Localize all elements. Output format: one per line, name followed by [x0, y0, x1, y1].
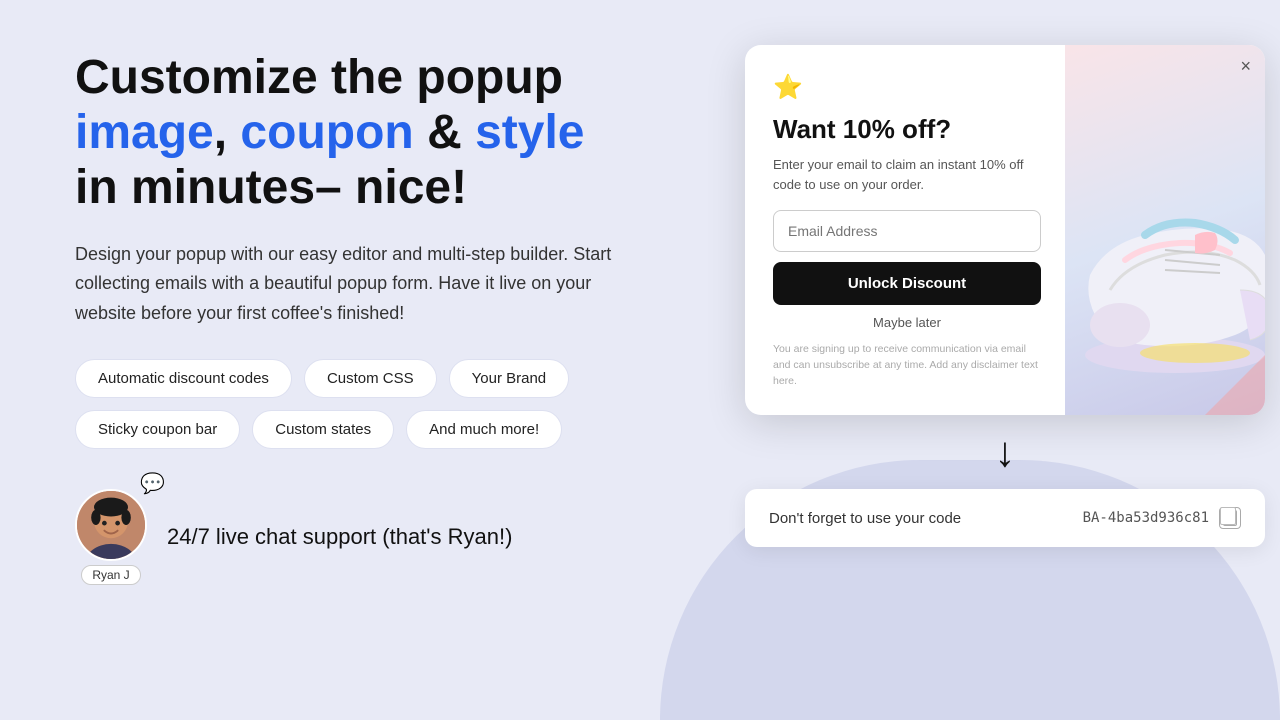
popup-close-button[interactable]: ×: [1240, 57, 1251, 75]
sneaker-illustration: [1065, 115, 1265, 395]
email-input[interactable]: [773, 210, 1041, 252]
tag-item-0: Automatic discount codes: [75, 359, 292, 398]
coupon-code: BA-4ba53d936c81: [1083, 510, 1209, 526]
coupon-right: BA-4ba53d936c81: [1083, 507, 1241, 529]
popup-legal-text: You are signing up to receive communicat…: [773, 342, 1041, 389]
popup-modal: × ⭐ Want 10% off? Enter your email to cl…: [745, 45, 1265, 415]
tag-item-3: Sticky coupon bar: [75, 410, 240, 449]
popup-left: ⭐ Want 10% off? Enter your email to clai…: [745, 45, 1065, 415]
left-panel: Customize the popup image, coupon & styl…: [75, 40, 705, 585]
tags-row: Automatic discount codes Custom CSS Your B…: [75, 359, 705, 449]
unlock-discount-button[interactable]: Unlock Discount: [773, 262, 1041, 305]
headline-blue-coupon: coupon: [240, 106, 413, 159]
support-text-sub: (that's Ryan!): [382, 524, 512, 549]
avatar-label: Ryan J: [81, 565, 140, 585]
right-panel: × ⭐ Want 10% off? Enter your email to cl…: [745, 40, 1265, 547]
headline: Customize the popup image, coupon & styl…: [75, 50, 705, 216]
headline-blue-image: image: [75, 106, 214, 159]
copy-button[interactable]: [1219, 507, 1241, 529]
subtext: Design your popup with our easy editor a…: [75, 240, 655, 329]
coupon-label: Don't forget to use your code: [769, 510, 961, 527]
popup-skip-link[interactable]: Maybe later: [773, 315, 1041, 330]
support-text: 24/7 live chat support (that's Ryan!): [167, 524, 512, 550]
popup-star-icon: ⭐: [773, 73, 1041, 102]
coupon-bar: Don't forget to use your code BA-4ba53d9…: [745, 489, 1265, 547]
deco-triangle: [1205, 355, 1265, 415]
tag-item-4: Custom states: [252, 410, 394, 449]
headline-text2: in minutes– nice!: [75, 161, 467, 214]
arrow-down-icon: ↓: [995, 431, 1016, 473]
headline-text1: Customize the popup: [75, 51, 563, 104]
popup-image-area: [1065, 45, 1265, 415]
support-row: 💬 Ryan J 24/7 live chat support (that's …: [75, 489, 705, 585]
headline-blue-style: style: [475, 106, 584, 159]
tag-item-2: Your Brand: [449, 359, 570, 398]
avatar-wrap: 💬 Ryan J: [75, 489, 147, 585]
support-text-main: 24/7 live chat support: [167, 524, 376, 549]
popup-title: Want 10% off?: [773, 114, 1041, 145]
avatar: [75, 489, 147, 561]
popup-description: Enter your email to claim an instant 10%…: [773, 155, 1041, 194]
chat-bubble-icon: 💬: [140, 471, 165, 496]
copy-icon: [1223, 510, 1237, 526]
page-wrapper: Customize the popup image, coupon & styl…: [0, 0, 1280, 720]
tag-item-5: And much more!: [406, 410, 562, 449]
tag-item-1: Custom CSS: [304, 359, 437, 398]
